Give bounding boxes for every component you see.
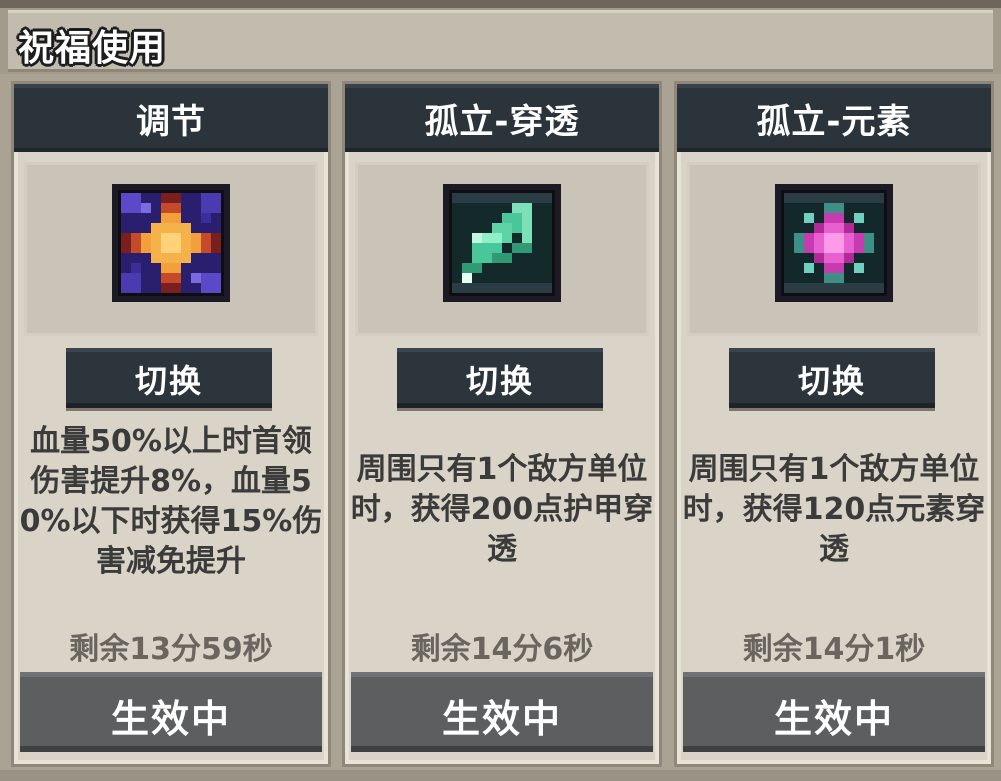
card-title: 孤立-元素 <box>756 102 912 142</box>
blessing-isolation-element-icon <box>775 184 893 302</box>
remaining-time: 剩余14分1秒 <box>742 632 926 667</box>
blessing-card-isolation-penetration: 孤立-穿透 切换 周围只有1个敌方单位时，获得200点护甲穿透 剩余14分6秒 … <box>342 81 662 767</box>
card-header: 孤立-穿透 <box>345 84 659 152</box>
active-status-label: 生效中 <box>110 697 231 741</box>
blessing-description: 周围只有1个敌方单位时，获得120点元素穿透 <box>682 452 986 567</box>
icon-area <box>687 162 981 336</box>
switch-button-label: 切换 <box>465 362 534 400</box>
blessing-isolation-penetration-icon <box>443 184 561 302</box>
blessing-card-regulate: 调节 切换 血量50%以上时首领伤害提升8%，血量50%以下时获得15%伤害减免… <box>11 81 331 767</box>
icon-area <box>355 162 649 336</box>
active-status-label: 生效中 <box>441 697 562 741</box>
switch-button-label: 切换 <box>134 362 203 400</box>
page-title: 祝福使用 <box>18 28 167 69</box>
blessing-panel: 祝福使用 调节 切换 血量50%以上时首领伤害提升8%，血量50%以下时获得15… <box>0 0 1001 781</box>
switch-button[interactable]: 切换 <box>729 348 935 408</box>
active-status-button[interactable]: 生效中 <box>683 672 985 752</box>
remaining-time: 剩余14分6秒 <box>410 632 594 667</box>
card-header: 调节 <box>14 84 328 152</box>
title-bar: 祝福使用 <box>8 10 993 72</box>
switch-button[interactable]: 切换 <box>397 348 603 408</box>
blessing-regulate-icon <box>112 184 230 302</box>
switch-button-label: 切换 <box>797 362 866 400</box>
top-border <box>0 0 1001 8</box>
remaining-time: 剩余13分59秒 <box>69 632 273 667</box>
card-header: 孤立-元素 <box>677 84 991 152</box>
blessing-description: 血量50%以上时首领伤害提升8%，血量50%以下时获得15%伤害减免提升 <box>19 424 323 579</box>
icon-area <box>24 162 318 336</box>
active-status-button[interactable]: 生效中 <box>351 672 653 752</box>
blessing-card-isolation-element: 孤立-元素 切换 周围只有1个敌方单位时，获得120点元素穿透 剩余14分1秒 … <box>674 81 994 767</box>
bottom-border <box>0 770 1001 781</box>
active-status-button[interactable]: 生效中 <box>20 672 322 752</box>
blessing-description: 周围只有1个敌方单位时，获得200点护甲穿透 <box>350 452 654 567</box>
active-status-label: 生效中 <box>773 697 894 741</box>
card-title: 调节 <box>136 102 206 142</box>
card-title: 孤立-穿透 <box>424 102 580 142</box>
switch-button[interactable]: 切换 <box>66 348 272 408</box>
